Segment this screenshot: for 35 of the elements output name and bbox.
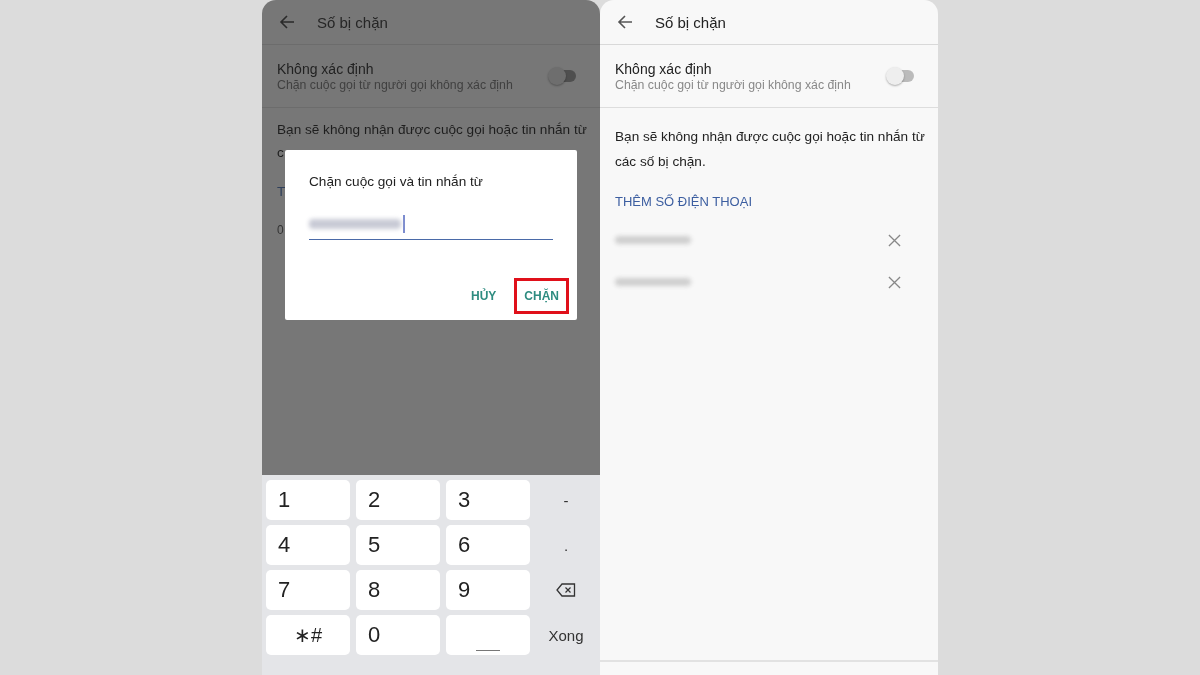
block-button[interactable]: CHẶN xyxy=(514,278,569,314)
cancel-button[interactable]: HỦY xyxy=(461,278,507,314)
keyboard-key[interactable]: 0 xyxy=(356,615,440,655)
setting-subtitle: Chặn cuộc gọi từ người gọi không xác định xyxy=(615,77,851,92)
keyboard-key[interactable]: ∗# xyxy=(266,615,350,655)
keyboard-key[interactable]: 9 xyxy=(446,570,530,610)
back-arrow-icon[interactable] xyxy=(617,14,633,30)
keyboard-key[interactable]: 1 xyxy=(266,480,350,520)
screen-title: Số bị chặn xyxy=(317,13,388,31)
back-arrow-icon[interactable] xyxy=(279,14,295,30)
screen-title: Số bị chặn xyxy=(655,13,726,31)
covered-text: Bạn sẽ không nhận được cuộc gọi hoặc tin nhắn từ xyxy=(277,122,585,137)
keyboard-key[interactable]: 8 xyxy=(356,570,440,610)
close-icon[interactable] xyxy=(888,275,901,289)
toggle-switch[interactable] xyxy=(888,70,914,82)
keyboard-key[interactable]: - xyxy=(536,480,596,520)
close-icon[interactable] xyxy=(888,233,901,247)
setting-title: Không xác định xyxy=(615,60,713,77)
keyboard-key[interactable]: 6 xyxy=(446,525,530,565)
dialog-title: Chặn cuộc gọi và tin nhắn từ xyxy=(309,174,484,189)
keyboard-key[interactable]: Xong xyxy=(536,615,596,655)
keyboard-key[interactable]: 4 xyxy=(266,525,350,565)
keyboard-key[interactable]: 5 xyxy=(356,525,440,565)
covered-text: c xyxy=(277,145,285,160)
backspace-icon[interactable] xyxy=(556,583,576,597)
covered-text: 0 xyxy=(277,223,285,237)
toggle-switch[interactable] xyxy=(550,70,576,82)
keyboard-key[interactable]: . xyxy=(536,525,596,565)
keyboard-key[interactable]: 7 xyxy=(266,570,350,610)
info-text: Bạn sẽ không nhận được cuộc gọi hoặc tin nhắn từ các số bị chặn. xyxy=(615,128,926,171)
keyboard-key[interactable]: 2 xyxy=(356,480,440,520)
add-number-link[interactable]: THÊM SỐ ĐIỆN THOẠI xyxy=(615,194,923,209)
keyboard-key[interactable]: 3 xyxy=(446,480,530,520)
setting-title: Không xác định xyxy=(277,60,375,77)
covered-text: T xyxy=(277,184,287,199)
